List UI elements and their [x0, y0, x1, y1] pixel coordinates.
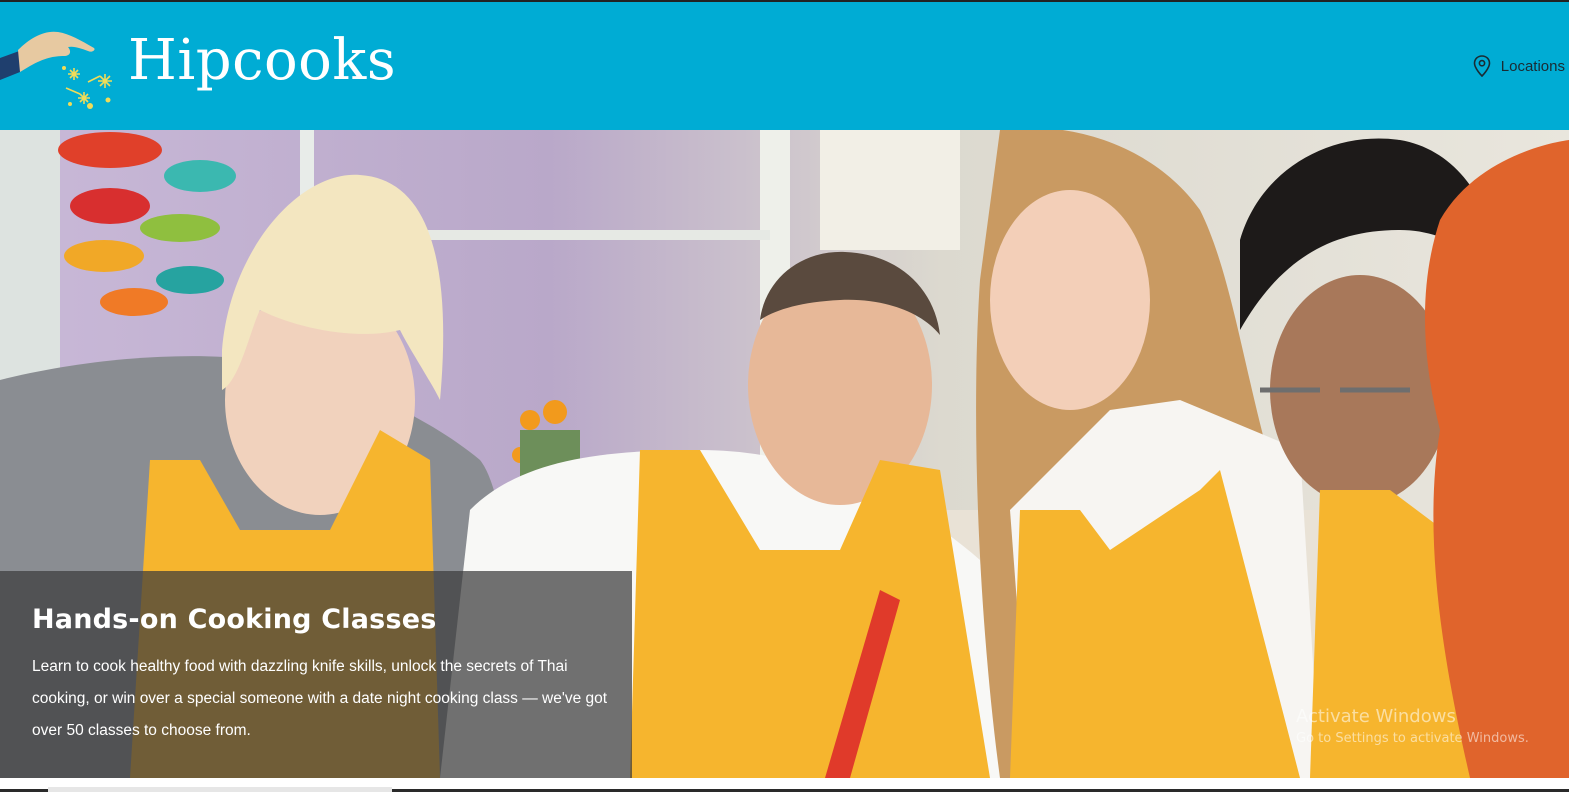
hero-banner: Hands-on Cooking Classes Learn to cook h… — [0, 130, 1569, 778]
nav-locations-label: Locations — [1500, 57, 1565, 75]
site-header: Hipcooks Locations — [0, 2, 1569, 130]
bottom-tab-indicator — [48, 787, 392, 792]
windows-activation-watermark: Activate Windows Go to Settings to activ… — [1296, 706, 1529, 750]
map-pin-icon — [1473, 55, 1491, 77]
brand-logo-link[interactable]: Hipcooks — [0, 20, 396, 120]
hero-description: Learn to cook healthy food with dazzling… — [32, 658, 608, 739]
watermark-title: Activate Windows — [1296, 706, 1456, 727]
nav-locations-link[interactable]: Locations — [1473, 54, 1565, 78]
brand-name: Hipcooks — [128, 28, 397, 93]
bottom-strip — [0, 778, 1569, 794]
watermark-subtitle: Go to Settings to activate Windows. — [1296, 731, 1529, 746]
logo-hand-illustration — [0, 31, 112, 109]
hero-title: Hands-on Cooking Classes — [32, 604, 437, 635]
hero-caption: Hands-on Cooking Classes Learn to cook h… — [0, 571, 632, 778]
